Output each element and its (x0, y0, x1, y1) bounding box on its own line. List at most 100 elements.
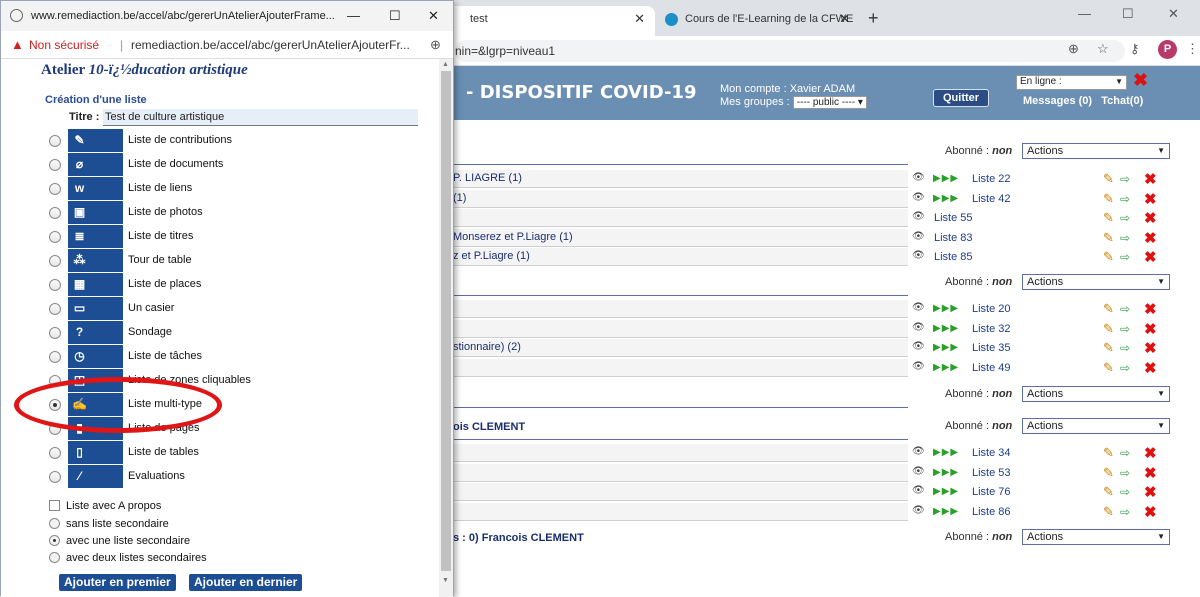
list-type-option[interactable]: ✎ Liste de contributions (1, 129, 439, 152)
play-arrows-icon[interactable]: ▶▶▶ (933, 303, 959, 314)
list-row[interactable]: Monserez et P.Liagre (1) (453, 228, 908, 247)
delete-icon[interactable]: ✖ (1144, 359, 1157, 377)
export-icon[interactable]: ⇨ (1120, 250, 1130, 264)
status-select[interactable]: En ligne : ▼ (1016, 75, 1127, 90)
list-type-option[interactable]: ≣ Liste de titres (1, 225, 439, 248)
row-text[interactable]: stionnaire) (2) (453, 341, 521, 353)
eye-icon[interactable]: 👁 (912, 446, 925, 457)
add-first-button[interactable]: Ajouter en premier (59, 574, 176, 591)
list-link[interactable]: Liste 20 (972, 303, 1011, 315)
actions-select[interactable]: Actions ▼ (1022, 418, 1170, 434)
scroll-down-icon[interactable]: ▼ (442, 577, 449, 584)
actions-select[interactable]: Actions ▼ (1022, 274, 1170, 290)
eye-icon[interactable]: 👁 (912, 485, 925, 496)
pencil-icon[interactable]: ✎ (1103, 230, 1114, 246)
popup-maximize-icon[interactable]: ☐ (389, 1, 401, 31)
secondary-radio[interactable] (49, 535, 60, 546)
account-link[interactable]: Mon compte : Xavier ADAM (720, 83, 855, 95)
delete-icon[interactable]: ✖ (1144, 503, 1157, 521)
chat-link[interactable]: Tchat(0) (1101, 95, 1143, 107)
tab-cours[interactable]: Cours de l'E-Learning de la CFWE ✕ (655, 6, 860, 36)
play-arrows-icon[interactable]: ▶▶▶ (933, 193, 959, 204)
list-row[interactable] (453, 319, 908, 338)
delete-icon[interactable]: ✖ (1144, 190, 1157, 208)
row-text[interactable]: P. LIAGRE (1) (453, 172, 522, 184)
row-text[interactable]: z et P.Liagre (1) (453, 250, 530, 262)
list-type-radio[interactable] (49, 183, 61, 195)
star-icon[interactable]: ☆ (1097, 41, 1109, 57)
list-link[interactable]: Liste 35 (972, 342, 1011, 354)
eye-icon[interactable]: 👁 (912, 466, 925, 477)
delete-icon[interactable]: ✖ (1144, 320, 1157, 338)
export-icon[interactable]: ⇨ (1120, 361, 1130, 375)
eye-icon[interactable]: 👁 (912, 302, 925, 313)
export-icon[interactable]: ⇨ (1120, 192, 1130, 206)
list-row[interactable]: (1) (453, 189, 908, 208)
list-type-radio[interactable] (49, 447, 61, 459)
pencil-icon[interactable]: ✎ (1103, 301, 1114, 317)
play-arrows-icon[interactable]: ▶▶▶ (933, 486, 959, 497)
eye-icon[interactable]: 👁 (912, 250, 925, 261)
list-link[interactable]: Liste 55 (934, 212, 973, 224)
tab-close-icon[interactable]: ✕ (634, 6, 645, 32)
play-arrows-icon[interactable]: ▶▶▶ (933, 506, 959, 517)
secondary-option[interactable]: avec une liste secondaire (49, 535, 190, 547)
eye-icon[interactable]: 👁 (912, 505, 925, 516)
list-type-option[interactable]: ▯ Liste de tables (1, 441, 439, 464)
eye-icon[interactable]: 👁 (912, 361, 925, 372)
pencil-icon[interactable]: ✎ (1103, 340, 1114, 356)
actions-select[interactable]: Actions ▼ (1022, 143, 1170, 159)
list-row[interactable]: stionnaire) (2) (453, 339, 908, 357)
delete-icon[interactable]: ✖ (1144, 248, 1157, 266)
delete-icon[interactable]: ✖ (1144, 483, 1157, 501)
play-arrows-icon[interactable]: ▶▶▶ (933, 362, 959, 373)
export-icon[interactable]: ⇨ (1120, 231, 1130, 245)
eye-icon[interactable]: 👁 (912, 231, 925, 242)
pencil-icon[interactable]: ✎ (1103, 171, 1114, 187)
delete-icon[interactable]: ✖ (1144, 170, 1157, 188)
close-window-icon[interactable]: ✕ (1168, 6, 1179, 22)
list-row[interactable]: P. LIAGRE (1) (453, 170, 908, 188)
delete-icon[interactable]: ✖ (1144, 444, 1157, 462)
list-type-option[interactable]: ◷ Liste de tâches (1, 345, 439, 368)
export-icon[interactable]: ⇨ (1120, 485, 1130, 499)
delete-icon[interactable]: ✖ (1144, 300, 1157, 318)
scrollbar-thumb[interactable] (441, 71, 451, 571)
add-last-button[interactable]: Ajouter en dernier (189, 574, 303, 591)
popup-close-icon[interactable]: ✕ (428, 1, 439, 31)
pencil-icon[interactable]: ✎ (1103, 445, 1114, 461)
play-arrows-icon[interactable]: ▶▶▶ (933, 173, 959, 184)
export-icon[interactable]: ⇨ (1120, 505, 1130, 519)
eye-icon[interactable]: 👁 (912, 172, 925, 183)
eye-icon[interactable]: 👁 (912, 192, 925, 203)
scroll-up-icon[interactable]: ▲ (442, 61, 449, 68)
list-type-radio[interactable] (49, 471, 61, 483)
pencil-icon[interactable]: ✎ (1103, 504, 1114, 520)
list-type-radio[interactable] (49, 279, 61, 291)
pencil-icon[interactable]: ✎ (1103, 484, 1114, 500)
list-link[interactable]: Liste 49 (972, 362, 1011, 374)
zoom-icon[interactable]: ⊕ (1068, 41, 1079, 57)
list-type-option[interactable]: ⁄ Evaluations (1, 465, 439, 488)
secondary-radio[interactable] (49, 518, 60, 529)
tab-close-icon[interactable]: ✕ (839, 6, 850, 32)
key-icon[interactable]: ⚷ (1130, 41, 1140, 57)
popup-minimize-icon[interactable]: — (347, 1, 360, 31)
pencil-icon[interactable]: ✎ (1103, 321, 1114, 337)
list-type-radio[interactable] (49, 159, 61, 171)
list-row[interactable] (453, 502, 908, 521)
actions-select[interactable]: Actions ▼ (1022, 529, 1170, 545)
export-icon[interactable]: ⇨ (1120, 302, 1130, 316)
delete-icon[interactable]: ✖ (1144, 209, 1157, 227)
list-link[interactable]: Liste 32 (972, 323, 1011, 335)
row-text[interactable]: (1) (453, 192, 466, 204)
list-link[interactable]: Liste 42 (972, 193, 1011, 205)
zoom-icon[interactable]: ⊕ (430, 31, 441, 59)
list-link[interactable]: Liste 76 (972, 486, 1011, 498)
pencil-icon[interactable]: ✎ (1103, 210, 1114, 226)
secondary-radio[interactable] (49, 552, 60, 563)
delete-icon[interactable]: ✖ (1144, 339, 1157, 357)
list-type-option[interactable]: ⁂ Tour de table (1, 249, 439, 272)
list-type-option[interactable]: ▦ Liste de places (1, 273, 439, 296)
list-type-radio[interactable] (49, 351, 61, 363)
